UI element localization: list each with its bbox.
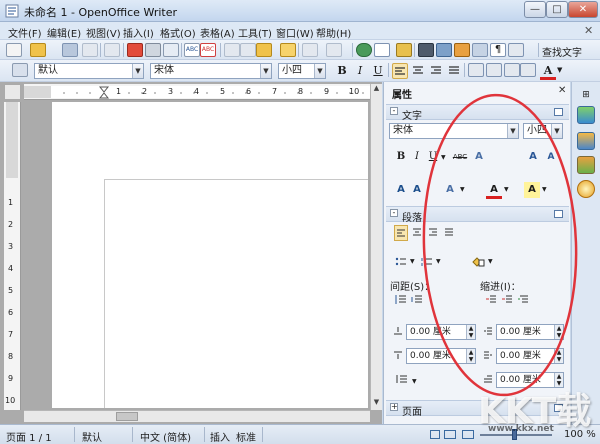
- watermark-url: www.kkx.net: [488, 424, 554, 434]
- annotation-circle: [422, 93, 578, 397]
